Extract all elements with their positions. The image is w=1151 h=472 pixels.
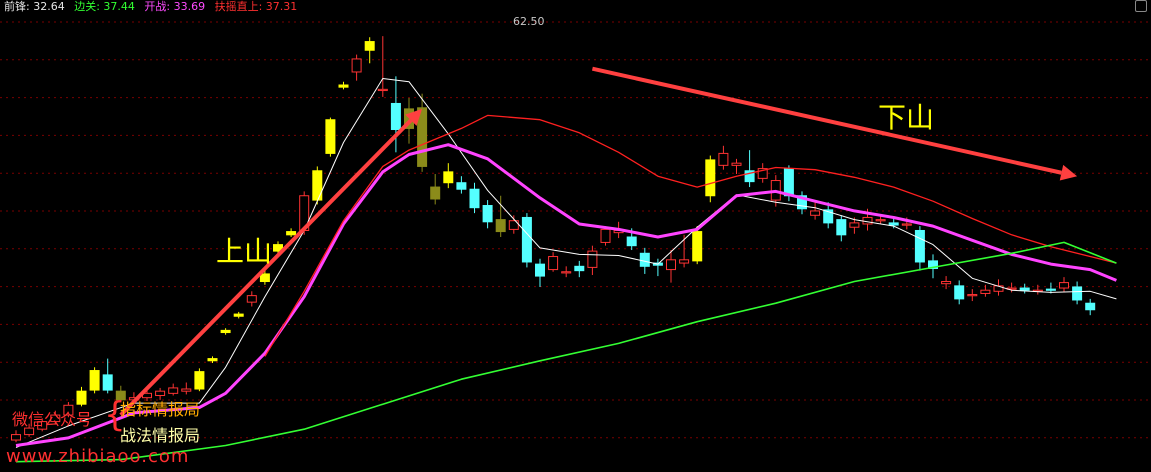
window-control-icon[interactable]: [1135, 0, 1147, 12]
candle-body: [914, 229, 925, 263]
candle-body: [954, 285, 965, 300]
candle-body: [495, 219, 506, 233]
legend-item-qianfeng: 前锋: 32.64: [4, 0, 65, 13]
candle-body: [443, 171, 454, 184]
candle-body: [1059, 282, 1069, 289]
candle-body: [679, 259, 690, 264]
candle-body: [456, 182, 467, 190]
candle-body: [390, 102, 401, 131]
candle-body: [875, 219, 886, 222]
candle-body: [338, 84, 349, 88]
trend-arrow-shaft: [591, 66, 1062, 175]
candle-body: [980, 289, 991, 294]
candle-body: [1072, 286, 1083, 301]
candle-body: [587, 250, 598, 268]
candle-body: [351, 58, 362, 73]
candle-body: [286, 231, 297, 236]
candle-body: [89, 370, 100, 391]
candle-body: [941, 281, 952, 285]
candle-body: [810, 210, 821, 216]
candle-body: [220, 329, 231, 334]
candle-body: [888, 222, 899, 226]
indicator-legend: 前锋: 32.64 边关: 37.44 开战: 33.69 扶摇直上: 37.3…: [4, 0, 303, 14]
indicator-line: [264, 114, 1117, 357]
candle-body: [666, 259, 676, 271]
candle-body: [901, 223, 912, 226]
candle-body: [849, 222, 860, 228]
candle-body: [1019, 287, 1030, 291]
candle-body: [1045, 288, 1056, 291]
legend-item-bianguan: 边关: 37.44: [74, 0, 135, 13]
candle-body: [377, 88, 388, 92]
candle-body: [521, 216, 532, 263]
candle-body: [862, 216, 873, 225]
candle-body: [168, 387, 179, 394]
candle-body: [692, 231, 703, 262]
account-name-1: 指标情报局: [120, 400, 201, 419]
candle-body: [731, 162, 742, 166]
indicator-line: [15, 78, 1117, 449]
peak-price-label: 62.50: [513, 15, 545, 28]
candle-body: [246, 295, 257, 303]
candle-body: [639, 252, 650, 267]
candle-body: [561, 271, 572, 274]
candle-body: [312, 170, 323, 201]
wechat-label: 微信公众号: [12, 410, 93, 429]
label-downhill: 下山: [878, 101, 935, 134]
candle-body: [155, 390, 166, 397]
candle-body: [574, 265, 585, 272]
label-uphill: 上山: [216, 235, 273, 268]
legend-item-kaizhan: 开战: 33.69: [144, 0, 206, 13]
candle-body: [207, 358, 218, 362]
candle-body: [718, 152, 729, 166]
candle-body: [548, 256, 559, 271]
candle-body: [430, 186, 441, 200]
candle-body: [325, 119, 336, 154]
candle-body: [194, 371, 205, 390]
candle-body: [469, 188, 480, 209]
legend-item-fuyao: 扶摇直上: 37.31: [214, 0, 298, 13]
candle-body: [967, 294, 978, 297]
candle-body: [364, 41, 375, 51]
candle-body: [1085, 302, 1096, 311]
candle-body: [233, 313, 244, 317]
candle-body: [705, 159, 716, 197]
candle-body: [181, 388, 192, 392]
candle-body: [482, 205, 493, 223]
candle-body: [783, 168, 794, 197]
candle-body: [76, 390, 87, 405]
candle-body: [11, 434, 21, 441]
candle-body: [626, 236, 637, 247]
account-name-2: 战法情报局: [120, 426, 201, 445]
watermark-url: www.zhibiaoo.com: [6, 446, 190, 467]
candle-body: [600, 228, 611, 243]
candle-body: [102, 374, 113, 391]
candle-body: [535, 263, 545, 277]
candle-body: [259, 273, 270, 283]
candle-body: [836, 219, 847, 236]
